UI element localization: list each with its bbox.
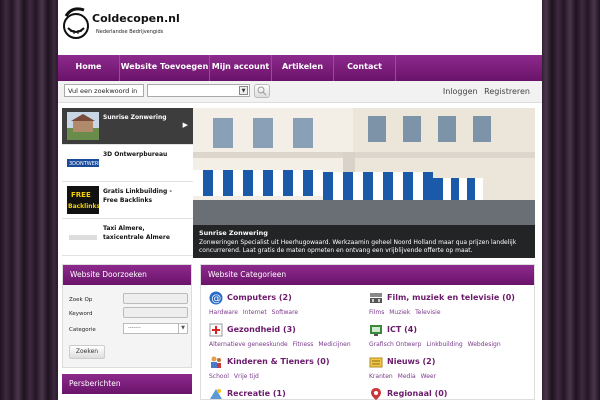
svg-text:3DONTWERP: 3DONTWERP: [69, 161, 99, 167]
zoeken-button[interactable]: Zoeken: [69, 345, 105, 359]
subcategory-link[interactable]: Kranten: [369, 373, 393, 380]
nav-mijn-account[interactable]: Mijn account: [210, 55, 272, 81]
at-icon: @: [209, 291, 223, 305]
slide-label: 3D Ontwerpbureau: [103, 151, 168, 158]
category-title[interactable]: Gezondheid (3): [227, 325, 296, 334]
category-title[interactable]: Kinderen & Tieners (0): [227, 357, 330, 366]
search-box-title: Website Doorzoeken: [63, 265, 191, 285]
site-name[interactable]: Coldecopen.nl: [92, 12, 180, 25]
slide-thumbnail: FREE Backlinks: [67, 186, 99, 214]
svg-text:@: @: [211, 294, 221, 305]
login-link[interactable]: Inloggen: [443, 87, 478, 96]
page-container: Coldecopen.nl Nederlandse Bedrijvengids …: [58, 0, 542, 400]
search-button[interactable]: [254, 84, 270, 98]
categorie-label: Categorie: [69, 327, 96, 333]
slide-label: Taxi Almere, taxicentrale Almere: [103, 225, 170, 241]
category-title[interactable]: Nieuws (2): [387, 357, 435, 366]
subcategory-link[interactable]: Grafisch Ontwerp: [369, 341, 421, 348]
press-box-title: Persberichten: [62, 374, 192, 394]
slide-label: Sunrise Zonwering: [103, 114, 167, 121]
keyword-field[interactable]: [123, 307, 188, 318]
slide-item-sunrise[interactable]: Sunrise Zonwering ▶: [62, 108, 193, 145]
slide-item-3d[interactable]: 3DONTWERP 3D Ontwerpbureau: [62, 145, 193, 182]
subcategory-link[interactable]: Media: [398, 373, 416, 380]
slide-item-linkbuilding[interactable]: FREE Backlinks Gratis Linkbuilding - Fre…: [62, 182, 193, 219]
caption-title[interactable]: Sunrise Zonwering: [199, 229, 529, 237]
nav-contact[interactable]: Contact: [334, 55, 396, 81]
subcategory-link[interactable]: Films: [369, 309, 384, 316]
category-title[interactable]: Recreatie (1): [227, 389, 286, 398]
subcategory-link[interactable]: Internet: [243, 309, 267, 316]
film-icon: [370, 293, 382, 303]
category-subs: Kranten Media Weer: [369, 373, 439, 380]
keyword-label: Keyword: [69, 311, 93, 317]
subcategory-link[interactable]: Webdesign: [468, 341, 501, 348]
zoek-op-field[interactable]: [123, 293, 188, 304]
auth-links: Inloggen Registreren: [439, 87, 530, 96]
subcategory-link[interactable]: Alternatieve geneeskunde: [209, 341, 288, 348]
svg-text:Backlinks: Backlinks: [68, 203, 99, 210]
press-box: Persberichten: [62, 374, 192, 400]
ict-icon: [370, 325, 382, 336]
site-tagline: Nederlandse Bedrijvengids: [96, 29, 164, 35]
category-title[interactable]: ICT (4): [387, 325, 417, 334]
categories-title: Website Categorieen: [201, 265, 534, 285]
nav-website-toevoegen[interactable]: Website Toevoegen: [120, 55, 210, 81]
zoek-op-label: Zoek Op: [69, 297, 93, 303]
category-title[interactable]: Film, muziek en televisie (0): [387, 293, 515, 302]
category-title[interactable]: Regionaal (0): [387, 389, 447, 398]
slide-item-taxi[interactable]: Taxi Almere, taxicentrale Almere: [62, 219, 193, 256]
search-category-select[interactable]: ▼: [147, 84, 250, 97]
slide-thumbnail: 3DONTWERP: [67, 149, 99, 177]
slider-main-image[interactable]: Sunrise Zonwering Zonweringen Specialist…: [193, 108, 535, 258]
subcategory-link[interactable]: Muziek: [389, 309, 410, 316]
category-subs: Alternatieve geneeskunde Fitness Medicij…: [209, 341, 354, 348]
categorie-select-value: -------: [128, 325, 141, 331]
chevron-down-icon: ▼: [239, 86, 248, 95]
svg-text:FREE: FREE: [71, 191, 91, 199]
categorie-select[interactable]: ------- ▼: [123, 323, 188, 334]
subcategory-link[interactable]: Hardware: [209, 309, 238, 316]
category-title[interactable]: Computers (2): [227, 293, 292, 302]
site-header: Coldecopen.nl Nederlandse Bedrijvengids: [58, 0, 542, 54]
categories-box: Website Categorieen @ Computers (2) Hard…: [200, 264, 535, 400]
caption-text: Zonweringen Specialist uit Heerhugowaard…: [199, 239, 517, 254]
slide-label: Gratis Linkbuilding - Free Backlinks: [103, 188, 172, 204]
subcategory-link[interactable]: Televisie: [415, 309, 440, 316]
slide-thumbnail: [67, 223, 99, 251]
main-nav: Home Website Toevoegen Mijn account Arti…: [58, 55, 542, 81]
chevron-down-icon: ▼: [178, 324, 187, 333]
search-bar: ▼ Inloggen Registreren: [58, 81, 542, 103]
category-subs: Grafisch Ontwerp Linkbuilding Webdesign: [369, 341, 504, 348]
subcategory-link[interactable]: Linkbuilding: [426, 341, 462, 348]
logo-icon[interactable]: [62, 4, 90, 44]
kids-icon: [211, 356, 221, 368]
slider-caption: Sunrise Zonwering Zonweringen Specialist…: [193, 225, 535, 258]
nav-artikelen[interactable]: Artikelen: [272, 55, 334, 81]
subcategory-link[interactable]: Medicijnen: [318, 341, 350, 348]
subcategory-link[interactable]: Weer: [421, 373, 436, 380]
search-icon: [257, 86, 267, 96]
recreation-icon: [210, 389, 222, 399]
slide-thumbnail: [67, 112, 99, 140]
slider-list: Sunrise Zonwering ▶ 3DONTWERP 3D Ontwerp…: [62, 108, 193, 258]
search-input[interactable]: [64, 84, 144, 97]
subcategory-link[interactable]: Vrije tijd: [234, 373, 259, 380]
category-subs: Films Muziek Televisie: [369, 309, 444, 316]
subcategory-link[interactable]: School: [209, 373, 229, 380]
subcategory-link[interactable]: Software: [272, 309, 298, 316]
search-box: Website Doorzoeken Zoek Op Keyword Categ…: [62, 264, 192, 368]
category-subs: School Vrije tijd: [209, 373, 262, 380]
news-icon: [369, 357, 383, 368]
register-link[interactable]: Registreren: [484, 87, 530, 96]
subcategory-link[interactable]: Fitness: [293, 341, 314, 348]
chevron-right-icon: ▶: [182, 121, 188, 129]
nav-home[interactable]: Home: [58, 55, 120, 81]
category-subs: Hardware Internet Software: [209, 309, 301, 316]
health-icon: [209, 323, 223, 337]
location-icon: [371, 388, 381, 400]
